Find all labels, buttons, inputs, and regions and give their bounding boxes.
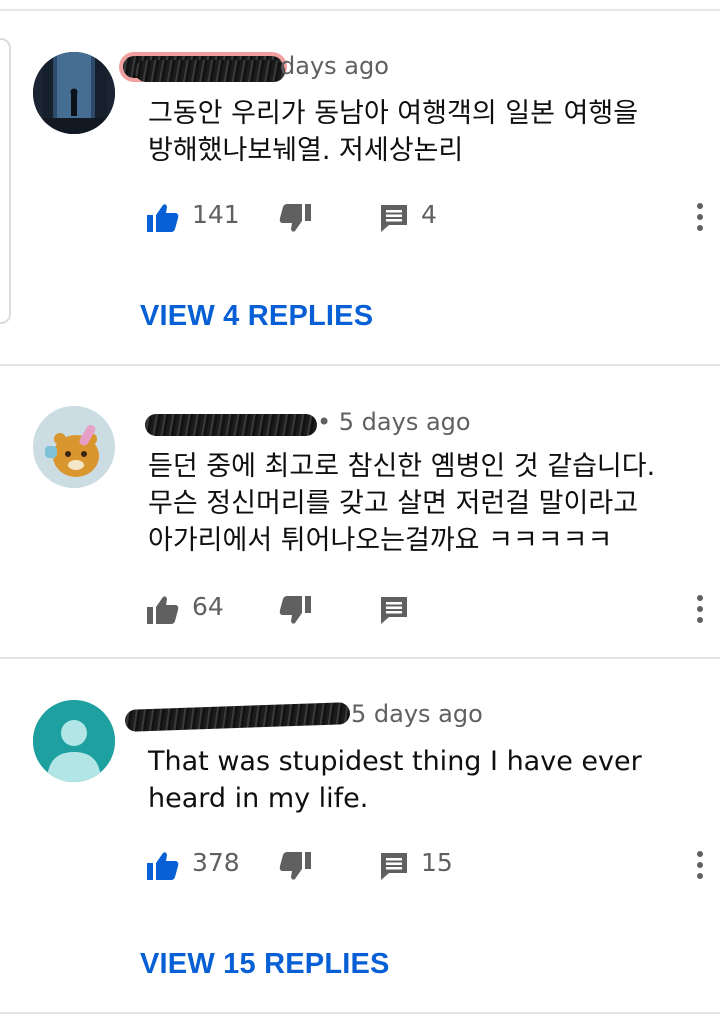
thumbs-down-icon[interactable] bbox=[278, 594, 312, 626]
reply-icon[interactable] bbox=[378, 202, 412, 234]
comment-timestamp: 5 days ago bbox=[351, 700, 483, 728]
like-count: 141 bbox=[192, 200, 240, 229]
scroll-edge-panel bbox=[0, 38, 11, 324]
comment-text-line: 그동안 우리가 동남아 여행객의 일본 여행을 bbox=[148, 98, 639, 129]
top-divider bbox=[0, 9, 720, 11]
comment-text-line: 방해했나보눼열. 저세상논리 bbox=[148, 135, 464, 166]
comment-text-line: heard in my life. bbox=[148, 783, 369, 814]
thumbs-up-icon[interactable] bbox=[146, 594, 180, 626]
comment-header: days ago bbox=[123, 52, 665, 86]
comment-actions: 141 4 bbox=[0, 198, 720, 238]
reply-count: 4 bbox=[421, 200, 437, 229]
reply-icon[interactable] bbox=[378, 594, 412, 626]
like-count: 64 bbox=[192, 592, 224, 621]
comment-header: 5 days ago bbox=[124, 700, 665, 734]
more-vert-icon[interactable] bbox=[690, 198, 710, 238]
thumbs-down-icon[interactable] bbox=[278, 850, 312, 882]
redacted-author-name bbox=[135, 60, 285, 82]
avatar-image bbox=[33, 52, 115, 134]
thumbs-down-icon[interactable] bbox=[278, 202, 312, 234]
comment-text-line: That was stupidest thing I have ever bbox=[148, 746, 642, 777]
view-replies-link[interactable]: VIEW 15 REPLIES bbox=[140, 948, 390, 981]
reply-icon[interactable] bbox=[378, 850, 412, 882]
comment-divider bbox=[0, 657, 720, 659]
default-avatar-icon bbox=[33, 700, 115, 782]
avatar[interactable] bbox=[33, 406, 115, 488]
thumbs-up-icon[interactable] bbox=[146, 850, 180, 882]
thumbs-up-icon[interactable] bbox=[146, 202, 180, 234]
comment-text: 듣던 중에 최고로 참신한 옘병인 것 같습니다. 무슨 정신머리를 갖고 살면… bbox=[148, 448, 708, 559]
comment-divider bbox=[0, 364, 720, 366]
avatar[interactable] bbox=[33, 52, 115, 134]
comment-text: That was stupidest thing I have ever hea… bbox=[148, 743, 708, 817]
comment-actions: 378 15 bbox=[0, 846, 720, 886]
view-replies-link[interactable]: VIEW 4 REPLIES bbox=[140, 300, 373, 333]
comment-text-line: 아가리에서 튀어나오는걸까요 ㅋㅋㅋㅋㅋ bbox=[148, 525, 613, 556]
more-vert-icon[interactable] bbox=[690, 590, 710, 630]
comment-timestamp: days ago bbox=[280, 52, 389, 80]
comment-text-line: 무슨 정신머리를 갖고 살면 저런걸 말이라고 bbox=[148, 488, 639, 519]
avatar[interactable] bbox=[33, 700, 115, 782]
comment-header: • 5 days ago bbox=[145, 408, 665, 442]
comment-text-line: 듣던 중에 최고로 참신한 옘병인 것 같습니다. bbox=[148, 451, 656, 482]
redacted-author-name bbox=[145, 414, 317, 436]
comment-text: 그동안 우리가 동남아 여행객의 일본 여행을 방해했나보눼열. 저세상논리 bbox=[148, 95, 708, 169]
redacted-author-name bbox=[124, 702, 351, 732]
comment-timestamp: • 5 days ago bbox=[317, 408, 471, 436]
like-count: 378 bbox=[192, 848, 240, 877]
comment-actions: 64 bbox=[0, 590, 720, 630]
more-vert-icon[interactable] bbox=[690, 846, 710, 886]
reply-count: 15 bbox=[421, 848, 453, 877]
comment-divider bbox=[0, 1012, 720, 1014]
avatar-image bbox=[33, 406, 115, 488]
